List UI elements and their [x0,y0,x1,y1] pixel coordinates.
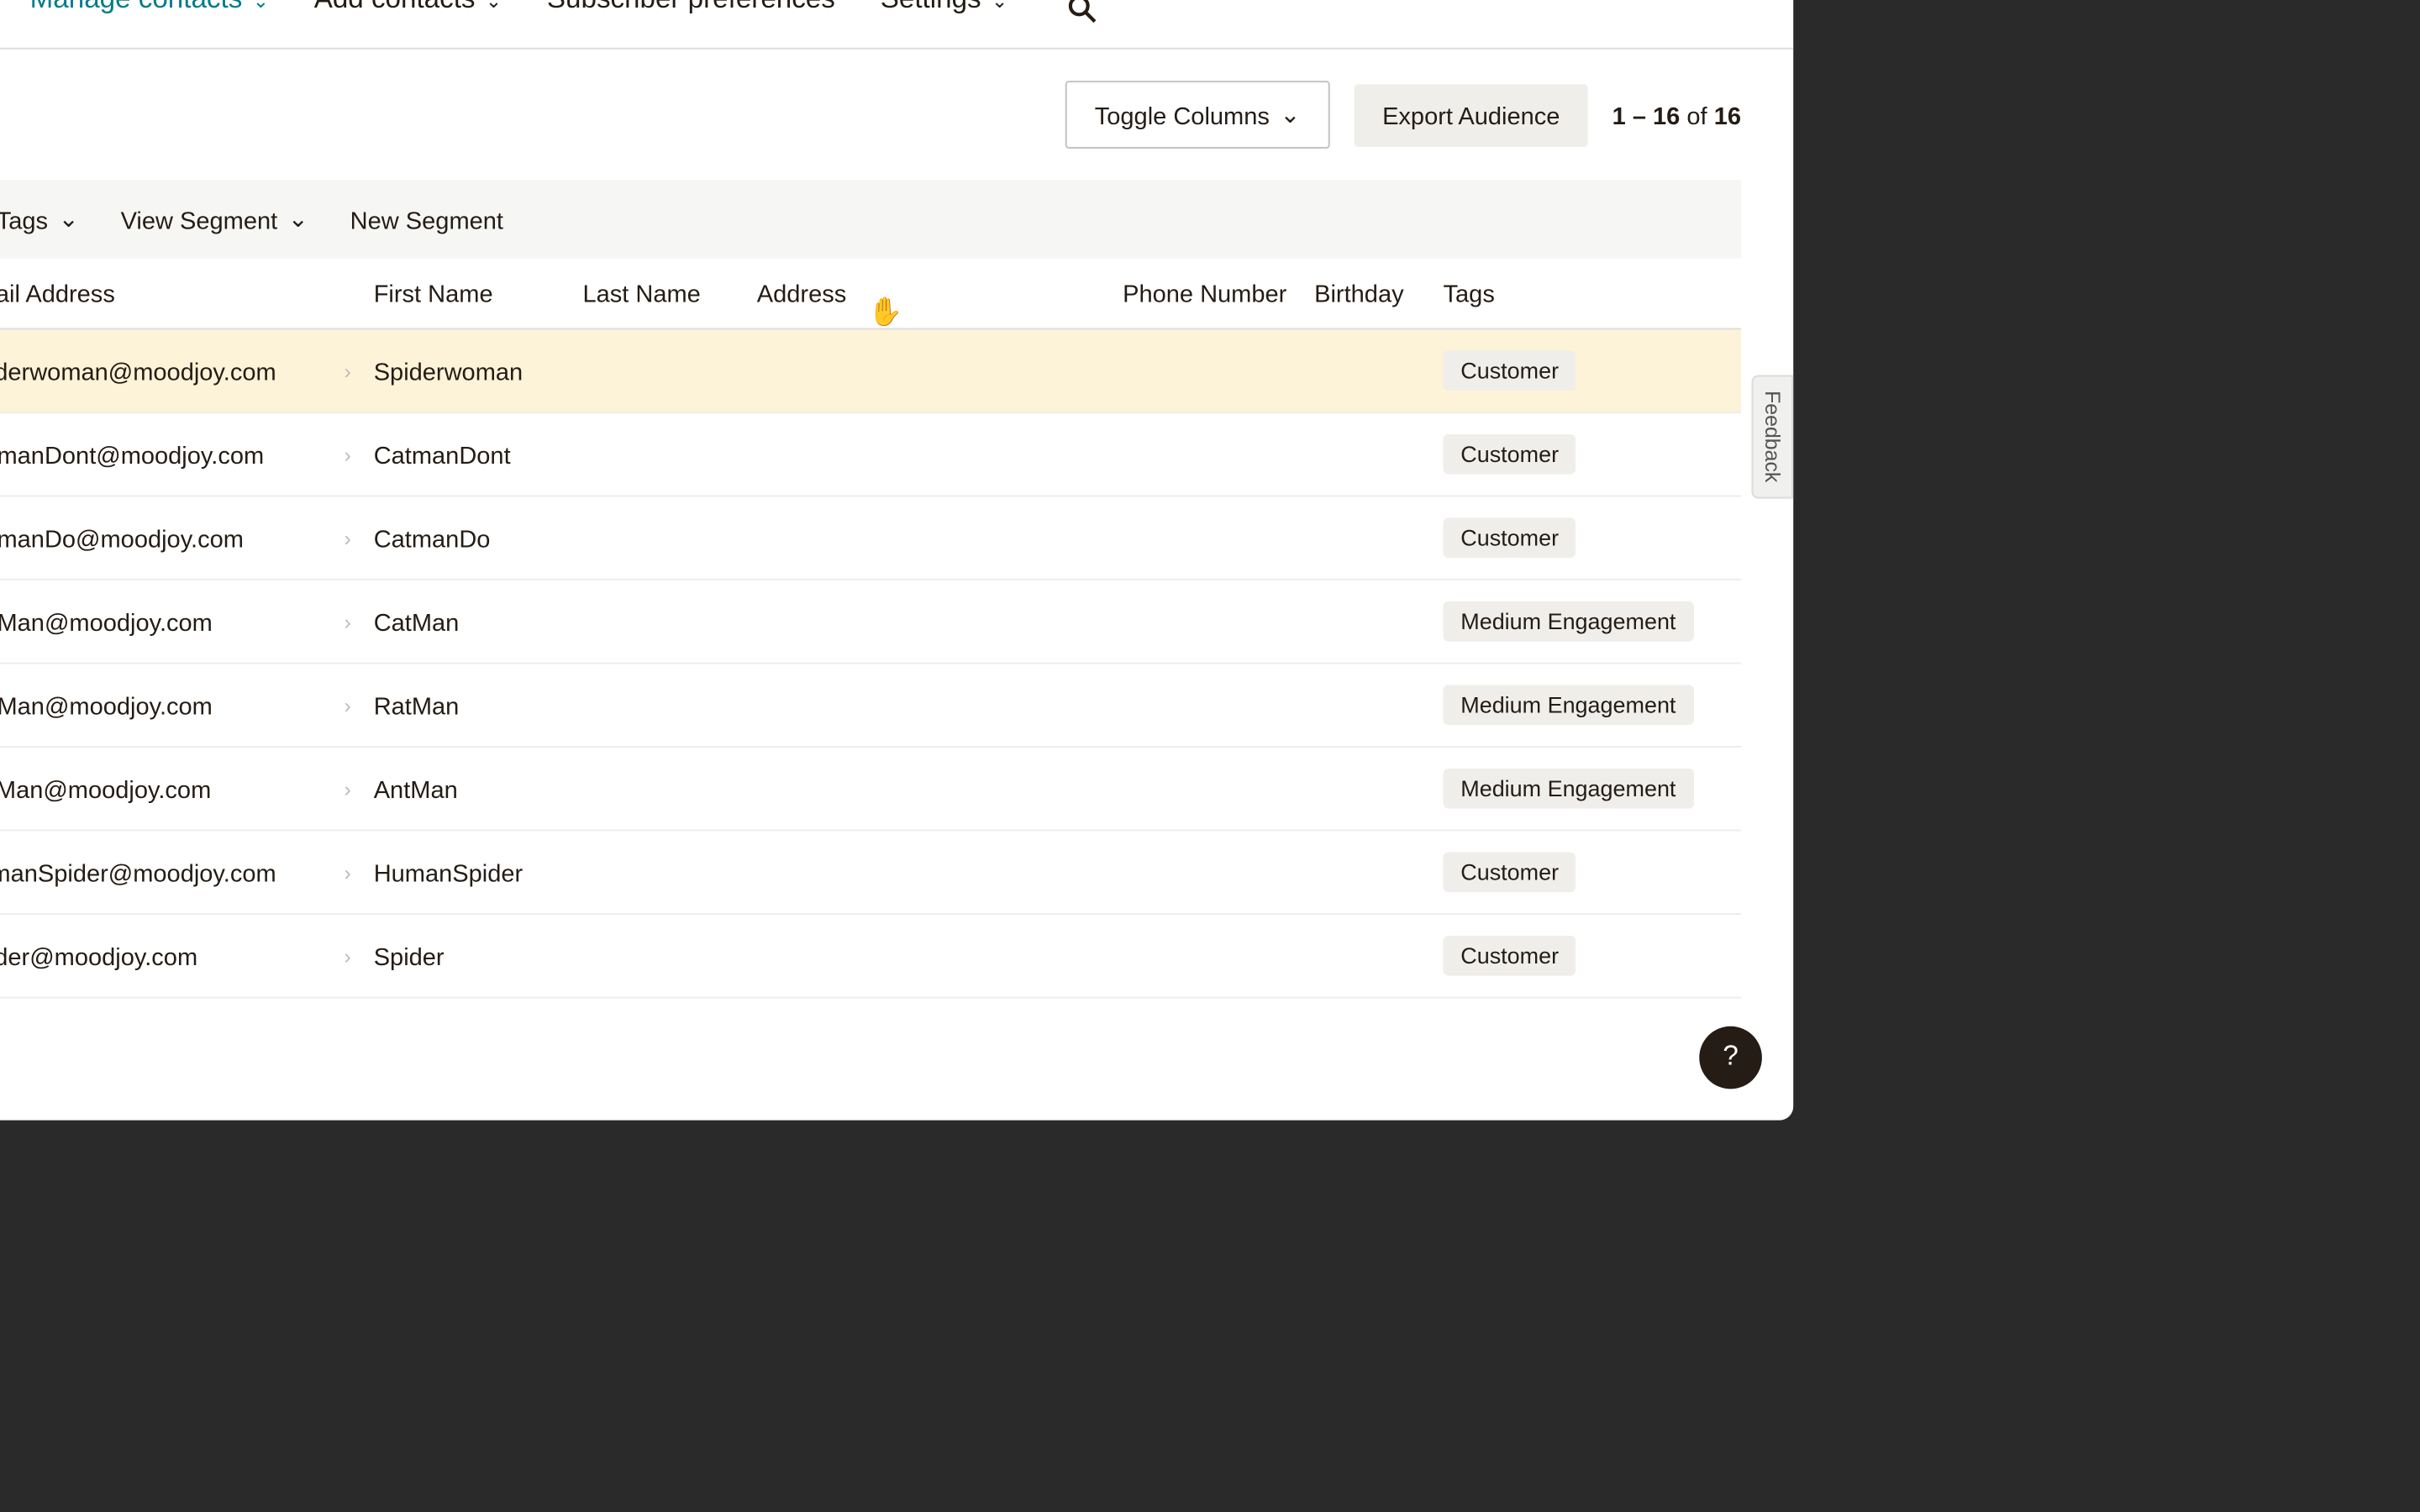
new-segment-button[interactable]: New Segment [350,205,503,233]
cell-tags: Customer [1444,936,1741,976]
chevron-right-icon[interactable]: › [322,442,374,466]
tag-chip[interactable]: Customer [1444,434,1576,475]
chevron-down-icon: ⌄ [58,204,78,234]
cell-first-name: Spider [374,942,583,969]
pagination-total: 16 [1714,101,1741,129]
chevron-down-icon: ⌄ [486,0,502,12]
tab-settings[interactable]: Settings ⌄ [881,0,1007,48]
chevron-down-icon: ⌄ [288,204,308,234]
cell-tags: Customer [1444,350,1741,391]
tag-chip[interactable]: Customer [1444,852,1576,892]
tab-add-label: Add contacts [314,0,476,16]
tab-subscriber-preferences[interactable]: Subscriber preferences [547,0,835,48]
toggle-columns-button[interactable]: Toggle Columns ⌄ [1065,81,1330,149]
table-row[interactable]: RatMan@moodjoy.com › RatMan Medium Engag… [0,664,1741,748]
filter-by-tags-dropdown[interactable]: Filter by Tags ⌄ [0,204,79,234]
chevron-right-icon[interactable]: › [322,359,374,383]
column-tags[interactable]: Tags [1444,279,1741,307]
cell-first-name: RatMan [374,691,583,719]
cell-tags: Customer [1444,852,1741,892]
main-content: Mood Joy Your audience has 16 contacts. … [0,0,1793,1121]
chevron-right-icon[interactable]: › [322,526,374,550]
pagination-of: of [1686,101,1707,129]
column-address[interactable]: Address [757,279,1123,307]
table-row[interactable]: Spiderwoman@moodjoy.com › Spiderwoman Cu… [0,330,1741,414]
chevron-down-icon: ⌄ [253,0,269,12]
chevron-down-icon: ⌄ [1280,100,1300,129]
chevron-right-icon[interactable]: › [322,609,374,633]
table-row[interactable]: HumanSpider@moodjoy.com › HumanSpider Cu… [0,832,1741,916]
column-first-name[interactable]: First Name [374,279,583,307]
toggle-columns-label: Toggle Columns [1095,101,1270,129]
cell-first-name: CatMan [374,607,583,635]
cell-first-name: AntMan [374,774,583,802]
tag-chip[interactable]: Customer [1444,936,1576,976]
table-row[interactable]: CatMan@moodjoy.com › CatMan Medium Engag… [0,580,1741,664]
cell-first-name: CatmanDo [374,524,583,552]
help-button[interactable]: ? [1699,1026,1762,1089]
column-birthday[interactable]: Birthday [1314,279,1443,307]
cell-tags: Customer [1444,517,1741,558]
table-row[interactable]: CatmanDo@moodjoy.com › CatmanDo Customer [0,497,1741,581]
tab-add-contacts[interactable]: Add contacts ⌄ [314,0,502,48]
tag-chip[interactable]: Customer [1444,350,1576,391]
chevron-right-icon[interactable]: › [322,776,374,801]
tab-settings-label: Settings [881,0,981,16]
tag-chip[interactable]: Medium Engagement [1444,685,1694,725]
table-header: ⌄ Email Address First Name Last Name Add… [0,259,1741,330]
cell-tags: Medium Engagement [1444,685,1741,725]
chevron-down-icon: ⌄ [992,0,1007,12]
column-phone[interactable]: Phone Number [1123,279,1314,307]
tag-chip[interactable]: Medium Engagement [1444,769,1694,809]
cell-email[interactable]: CatMan@moodjoy.com [0,607,322,635]
search-icon[interactable] [1067,0,1098,25]
table-row[interactable]: Spider@moodjoy.com › Spider Customer [0,915,1741,999]
export-audience-button[interactable]: Export Audience [1355,83,1588,146]
cell-tags: Medium Engagement [1444,601,1741,642]
chevron-right-icon[interactable]: › [322,943,374,968]
cell-first-name: CatmanDont [374,440,583,468]
feedback-tab[interactable]: Feedback [1751,375,1793,498]
cell-first-name: Spiderwoman [374,357,583,385]
cell-email[interactable]: Spider@moodjoy.com [0,942,322,969]
cell-email[interactable]: RatMan@moodjoy.com [0,691,322,719]
table-row[interactable]: CatmanDont@moodjoy.com › CatmanDont Cust… [0,413,1741,497]
table-row[interactable]: AntMan@moodjoy.com › AntMan Medium Engag… [0,748,1741,832]
pagination-range: 1 – 16 [1612,101,1681,129]
column-email[interactable]: Email Address [0,279,322,307]
cell-email[interactable]: Spiderwoman@moodjoy.com [0,357,322,385]
cell-email[interactable]: HumanSpider@moodjoy.com [0,858,322,886]
chevron-right-icon[interactable]: › [322,693,374,717]
cell-email[interactable]: CatmanDont@moodjoy.com [0,440,322,468]
tag-chip[interactable]: Customer [1444,517,1576,558]
tab-manage-label: Manage contacts [30,0,243,16]
column-last-name[interactable]: Last Name [582,279,756,307]
filter-bar: Filter by Tags ⌄ View Segment ⌄ New Segmen… [0,180,1741,258]
cell-tags: Customer [1444,434,1741,475]
pagination-text: 1 – 16 of 16 [1612,101,1741,129]
cell-tags: Medium Engagement [1444,769,1741,809]
view-segment-dropdown[interactable]: View Segment ⌄ [121,204,308,234]
cell-first-name: HumanSpider [374,858,583,886]
tag-chip[interactable]: Medium Engagement [1444,601,1694,642]
view-segment-label: View Segment [121,205,278,233]
tab-manage-contacts[interactable]: Manage contacts ⌄ [30,0,269,48]
chevron-right-icon[interactable]: › [322,860,374,885]
cell-email[interactable]: AntMan@moodjoy.com [0,774,322,802]
cell-email[interactable]: CatmanDo@moodjoy.com [0,524,322,552]
filter-tags-label: Filter by Tags [0,205,48,233]
